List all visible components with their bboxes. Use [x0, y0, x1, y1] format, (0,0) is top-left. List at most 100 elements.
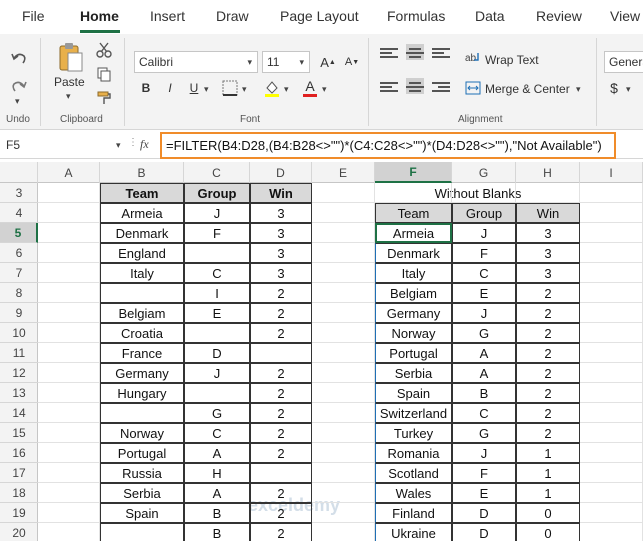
- copy-icon[interactable]: [94, 64, 114, 84]
- source_table-cell[interactable]: [100, 403, 184, 423]
- redo-dropdown-icon[interactable]: ▾: [15, 96, 20, 107]
- tab-page-layout[interactable]: Page Layout: [280, 8, 359, 24]
- merge-center-button[interactable]: Merge & Center: [485, 82, 570, 96]
- row-header-8[interactable]: 8: [0, 283, 38, 303]
- select-all-corner[interactable]: [0, 162, 38, 183]
- result_table-cell[interactable]: Switzerland: [375, 403, 452, 423]
- borders-dropdown-icon[interactable]: ▾: [242, 84, 247, 95]
- source_table-cell[interactable]: 3: [250, 223, 312, 243]
- source_table-cell[interactable]: B: [184, 503, 250, 523]
- source_table-cell[interactable]: [100, 523, 184, 541]
- result_table-cell[interactable]: 0: [516, 523, 580, 541]
- result_table-cell[interactable]: B: [452, 383, 516, 403]
- tab-home[interactable]: Home: [80, 8, 119, 24]
- merge-center-icon[interactable]: [464, 79, 482, 97]
- row-header-3[interactable]: 3: [0, 183, 38, 203]
- wrap-text-button[interactable]: Wrap Text: [485, 53, 539, 67]
- source_table-cell[interactable]: J: [184, 203, 250, 223]
- column-header-f[interactable]: F: [375, 162, 452, 183]
- source_table-cell[interactable]: F: [184, 223, 250, 243]
- row-header-4[interactable]: 4: [0, 203, 38, 223]
- column-header-h[interactable]: H: [516, 162, 580, 183]
- source_table-cell[interactable]: I: [184, 283, 250, 303]
- source_table-cell[interactable]: 3: [250, 203, 312, 223]
- source_table-cell[interactable]: Armeia: [100, 203, 184, 223]
- borders-icon[interactable]: [220, 78, 240, 98]
- source_table-cell[interactable]: Belgiam: [100, 303, 184, 323]
- wrap-text-icon[interactable]: ab: [464, 49, 482, 67]
- cut-icon[interactable]: [94, 40, 114, 60]
- source_table-cell[interactable]: [184, 323, 250, 343]
- align-right-icon[interactable]: [432, 80, 450, 96]
- result_table-cell[interactable]: J: [452, 223, 516, 243]
- result_table-cell[interactable]: 1: [516, 483, 580, 503]
- column-header-d[interactable]: D: [250, 162, 312, 183]
- result_table-cell[interactable]: Wales: [375, 483, 452, 503]
- source_table-cell[interactable]: 2: [250, 523, 312, 541]
- tab-review[interactable]: Review: [536, 8, 582, 24]
- row-header-17[interactable]: 17: [0, 463, 38, 483]
- row-header-11[interactable]: 11: [0, 343, 38, 363]
- bottom-align-icon[interactable]: [432, 46, 450, 62]
- result_table-cell[interactable]: Romania: [375, 443, 452, 463]
- result_table-cell[interactable]: Italy: [375, 263, 452, 283]
- underline-button[interactable]: U: [184, 78, 204, 98]
- source_table-cell[interactable]: 2: [250, 423, 312, 443]
- result_table-cell[interactable]: Serbia: [375, 363, 452, 383]
- column-header-b[interactable]: B: [100, 162, 184, 183]
- source_table-cell[interactable]: D: [184, 343, 250, 363]
- font-name-dropdown[interactable]: Calibri ▾: [134, 51, 258, 73]
- currency-button[interactable]: $: [606, 78, 622, 98]
- result_table-cell[interactable]: 0: [516, 503, 580, 523]
- result_table-cell[interactable]: 3: [516, 243, 580, 263]
- center-align-icon[interactable]: [406, 78, 424, 94]
- orientation-icon[interactable]: [456, 40, 460, 70]
- source_table-cell[interactable]: 2: [250, 283, 312, 303]
- result_table-cell[interactable]: F: [452, 463, 516, 483]
- row-header-14[interactable]: 14: [0, 403, 38, 423]
- insert-function-icon[interactable]: fx: [140, 137, 149, 152]
- formula-input[interactable]: =FILTER(B4:D28,(B4:B28<>"")*(C4:C28<>"")…: [160, 132, 616, 159]
- active-cell-selection[interactable]: [375, 223, 452, 243]
- source_table-cell[interactable]: B: [184, 523, 250, 541]
- tab-view[interactable]: View: [610, 8, 640, 24]
- paste-dropdown-icon[interactable]: ▾: [66, 91, 71, 102]
- result_table-cell[interactable]: 2: [516, 363, 580, 383]
- result_table-cell[interactable]: 3: [516, 223, 580, 243]
- source_table-cell[interactable]: Italy: [100, 263, 184, 283]
- row-header-13[interactable]: 13: [0, 383, 38, 403]
- source_table-cell[interactable]: France: [100, 343, 184, 363]
- source_table-cell[interactable]: Russia: [100, 463, 184, 483]
- source_table-cell[interactable]: 2: [250, 323, 312, 343]
- result_table-cell[interactable]: A: [452, 343, 516, 363]
- decrease-font-size-icon[interactable]: A ▼: [342, 51, 362, 73]
- row-header-12[interactable]: 12: [0, 363, 38, 383]
- name-box[interactable]: F5 ▾: [4, 135, 122, 155]
- result_table-cell[interactable]: E: [452, 483, 516, 503]
- fill-color-icon[interactable]: [262, 78, 282, 98]
- source_table-cell[interactable]: C: [184, 263, 250, 283]
- source_table-cell[interactable]: [184, 383, 250, 403]
- source_table-cell[interactable]: 2: [250, 303, 312, 323]
- row-header-16[interactable]: 16: [0, 443, 38, 463]
- result_table-cell[interactable]: Belgiam: [375, 283, 452, 303]
- source_table-cell[interactable]: C: [184, 423, 250, 443]
- source_table-cell[interactable]: A: [184, 483, 250, 503]
- result_table-cell[interactable]: Scotland: [375, 463, 452, 483]
- result_table-cell[interactable]: Spain: [375, 383, 452, 403]
- result_table-cell[interactable]: C: [452, 403, 516, 423]
- worksheet-grid[interactable]: Without Blanks exceldemy Team Group Win Arm…: [38, 183, 643, 541]
- result_table-cell[interactable]: C: [452, 263, 516, 283]
- result_table-cell[interactable]: 2: [516, 343, 580, 363]
- result_table-cell[interactable]: Germany: [375, 303, 452, 323]
- source_table-cell[interactable]: 3: [250, 263, 312, 283]
- source_table-cell[interactable]: [250, 343, 312, 363]
- result_table-cell[interactable]: J: [452, 303, 516, 323]
- row-header-18[interactable]: 18: [0, 483, 38, 503]
- source_table-cell[interactable]: G: [184, 403, 250, 423]
- underline-dropdown-icon[interactable]: ▾: [204, 84, 209, 95]
- source_table-cell[interactable]: 2: [250, 363, 312, 383]
- row-header-7[interactable]: 7: [0, 263, 38, 283]
- source_table-cell[interactable]: H: [184, 463, 250, 483]
- source_table-cell[interactable]: [184, 243, 250, 263]
